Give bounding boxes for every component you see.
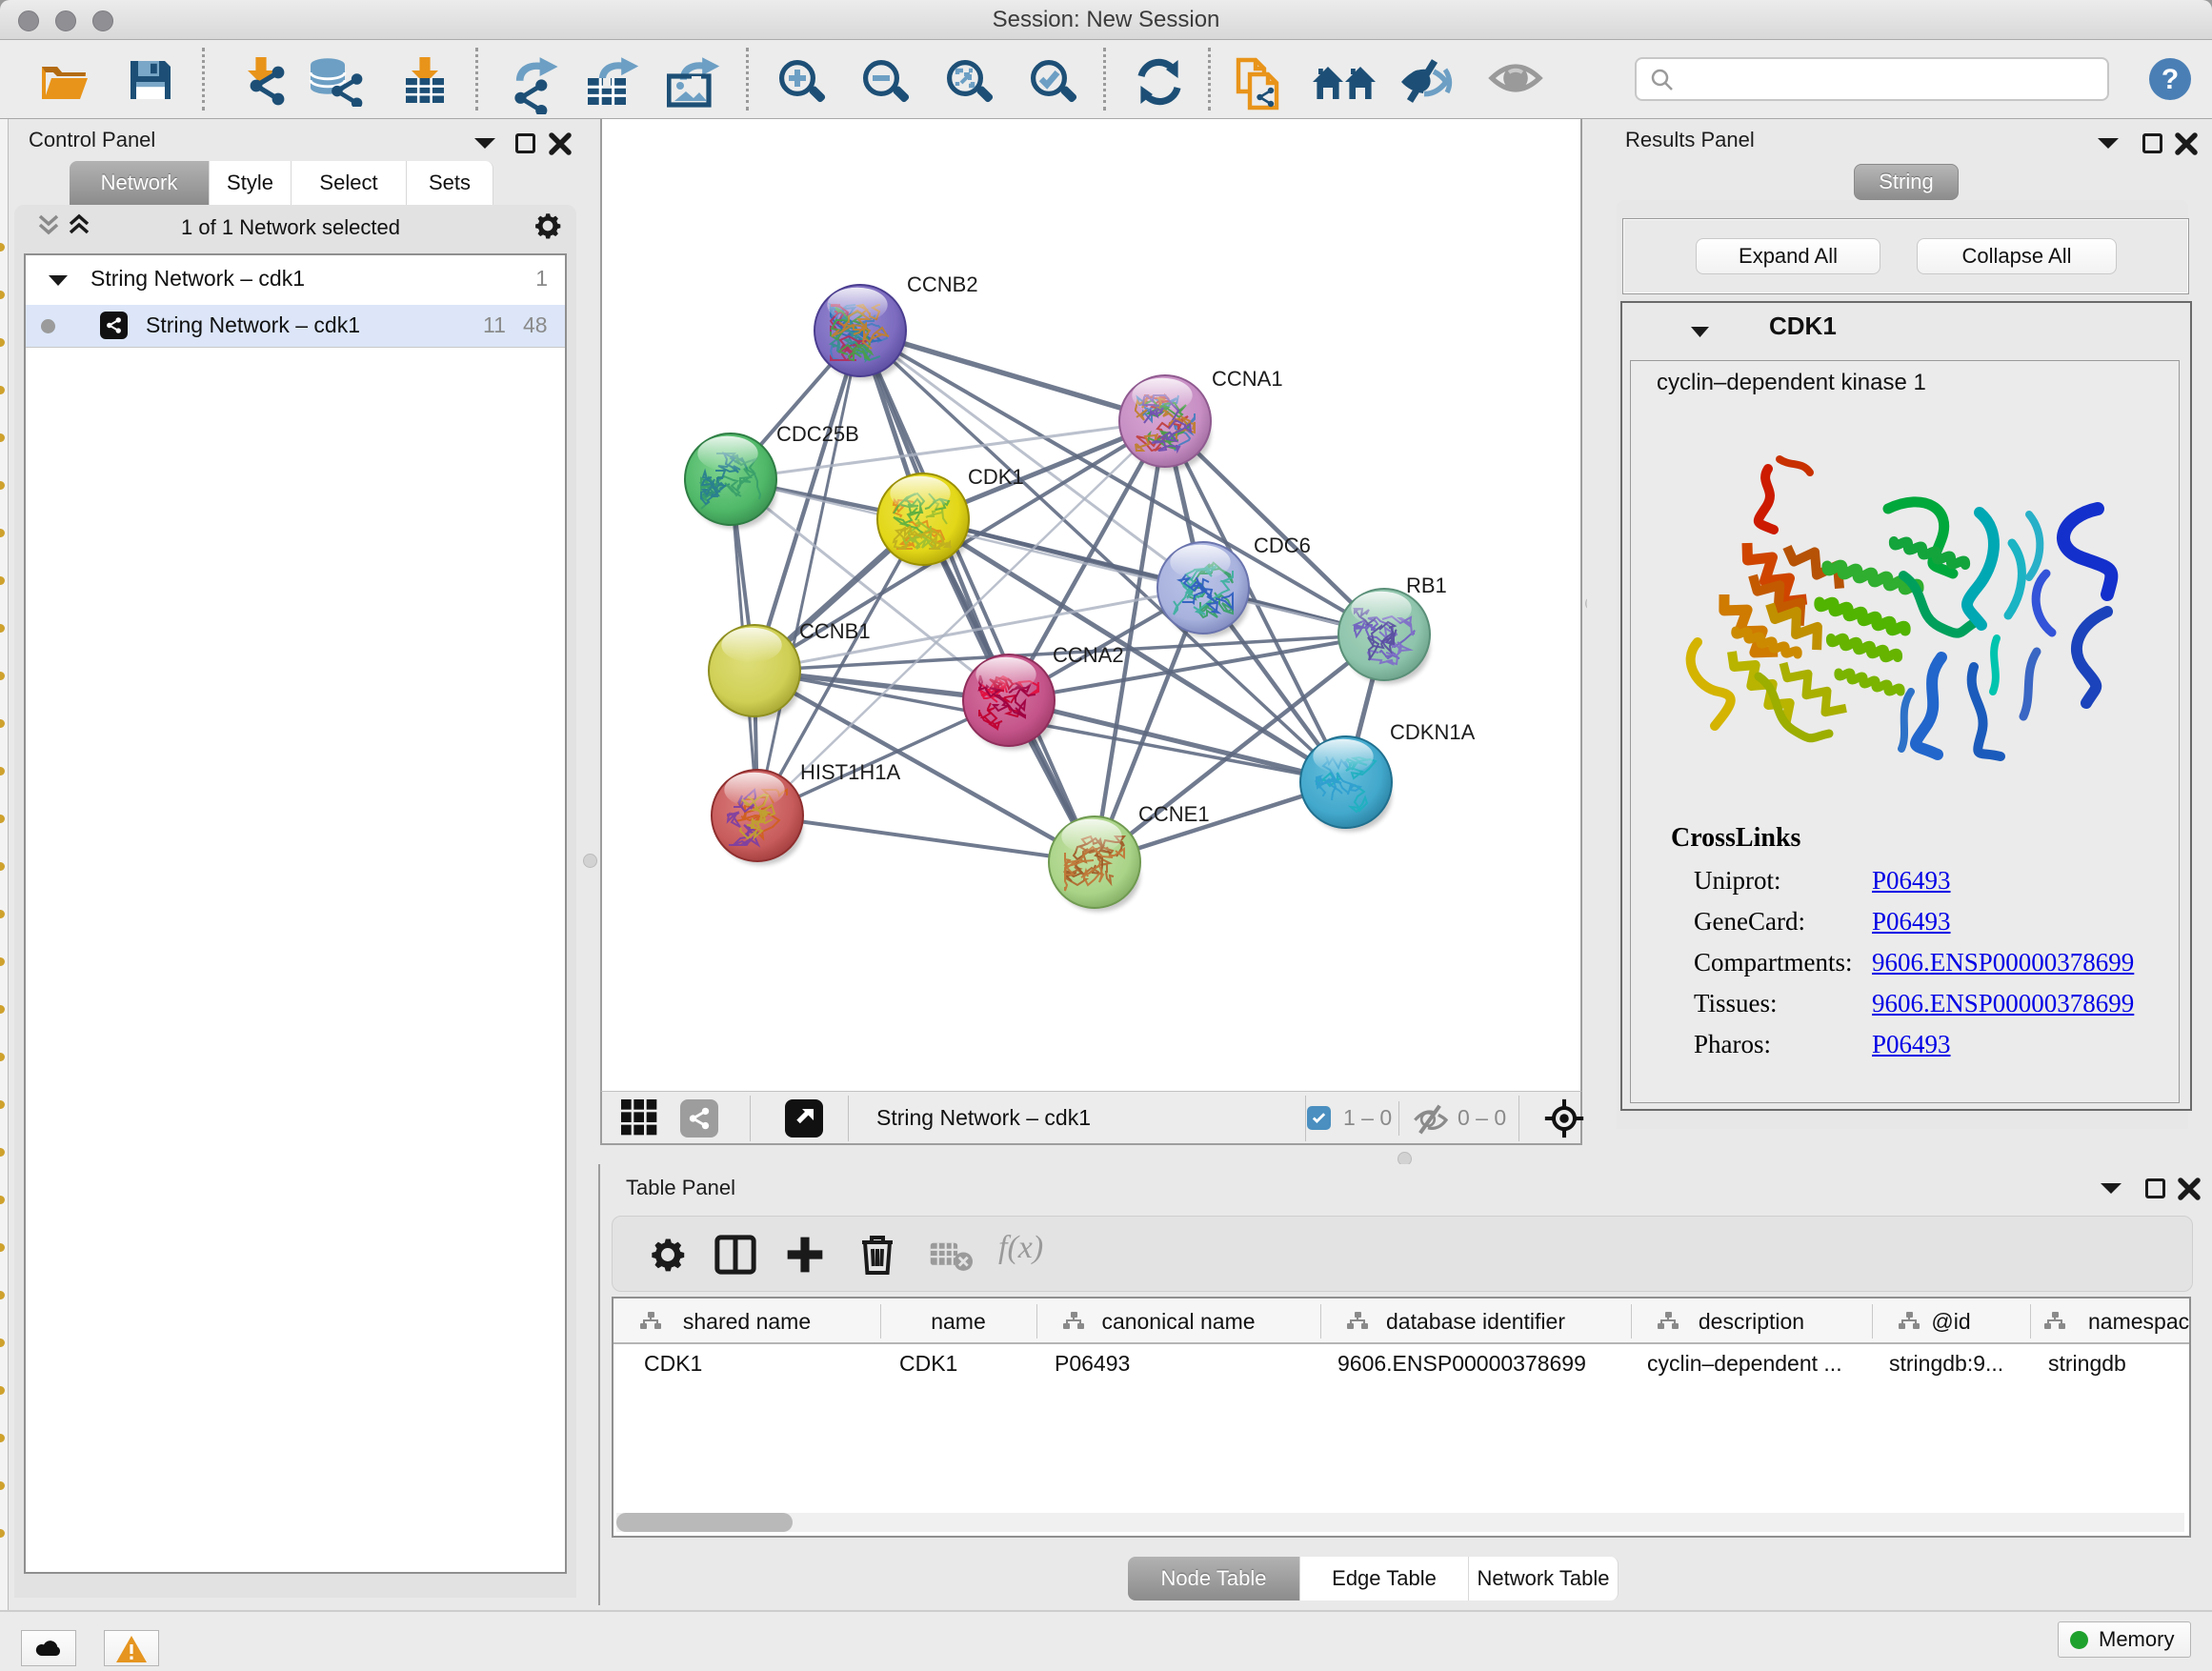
svg-text:CCNE1: CCNE1 bbox=[1138, 802, 1210, 826]
svg-text:CDKN1A: CDKN1A bbox=[1390, 720, 1476, 744]
svg-text:?: ? bbox=[2162, 64, 2179, 95]
svg-text:CCNB1: CCNB1 bbox=[799, 619, 871, 643]
svg-text:CDC6: CDC6 bbox=[1254, 534, 1311, 557]
svg-text:HIST1H1A: HIST1H1A bbox=[800, 760, 900, 784]
svg-text:CCNA1: CCNA1 bbox=[1212, 367, 1283, 391]
svg-text:RB1: RB1 bbox=[1406, 574, 1447, 597]
svg-text:CDK1: CDK1 bbox=[968, 465, 1024, 489]
svg-text:CCNA2: CCNA2 bbox=[1053, 643, 1124, 667]
svg-text:CCNB2: CCNB2 bbox=[907, 272, 978, 296]
svg-text:CDC25B: CDC25B bbox=[776, 422, 859, 446]
